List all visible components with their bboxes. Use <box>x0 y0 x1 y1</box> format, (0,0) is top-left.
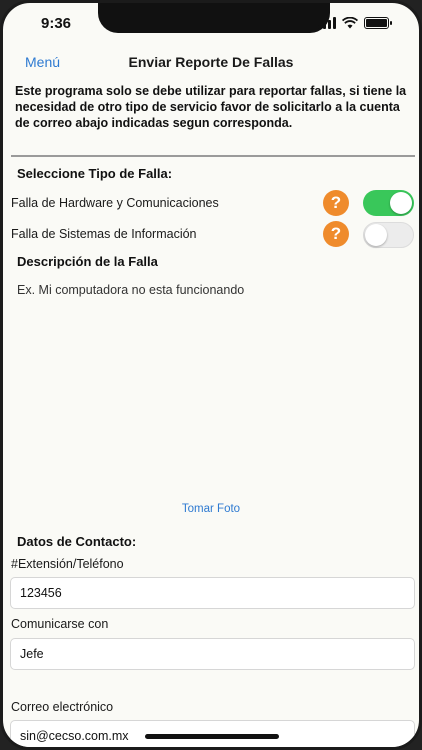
help-hardware-icon[interactable]: ? <box>323 190 349 216</box>
status-time: 9:36 <box>41 14 72 32</box>
take-photo-button[interactable]: Tomar Foto <box>3 503 419 515</box>
toggle-knob <box>365 224 387 246</box>
toggle-knob <box>390 192 412 214</box>
signal-icon <box>318 17 336 29</box>
extension-label: #Extensión/Teléfono <box>11 557 124 571</box>
fault-type-heading: Seleccione Tipo de Falla: <box>17 166 173 181</box>
intro-text: Este programa solo se debe utilizar para… <box>15 84 407 130</box>
divider <box>11 155 415 157</box>
fault-option-systems-label: Falla de Sistemas de Información <box>11 227 197 241</box>
description-textarea[interactable]: Ex. Mi computadora no esta funcionando <box>17 283 244 297</box>
contact-with-field[interactable]: Jefe <box>10 638 415 670</box>
menu-button[interactable]: Menú <box>25 54 60 70</box>
toggle-hardware[interactable] <box>363 190 414 216</box>
email-label: Correo electrónico <box>11 700 114 714</box>
contact-with-label: Comunicarse con <box>11 617 109 631</box>
description-heading: Descripción de la Falla <box>17 254 158 269</box>
contact-heading: Datos de Contacto: <box>17 534 137 549</box>
status-icons <box>318 17 392 29</box>
extension-field[interactable]: 123456 <box>10 577 415 609</box>
toggle-systems[interactable] <box>363 222 414 248</box>
status-bar: 9:36 <box>3 3 419 43</box>
fault-option-hardware-label: Falla de Hardware y Comunicaciones <box>11 196 219 210</box>
help-systems-icon[interactable]: ? <box>323 221 349 247</box>
wifi-icon <box>342 17 358 29</box>
home-indicator <box>145 734 279 739</box>
phone-screen: 9:36 Menú Enviar Reporte De Fallas Este … <box>0 0 422 750</box>
navigation-bar: Menú Enviar Reporte De Fallas <box>3 47 419 77</box>
battery-icon <box>364 17 392 29</box>
page-title: Enviar Reporte De Fallas <box>128 54 294 70</box>
